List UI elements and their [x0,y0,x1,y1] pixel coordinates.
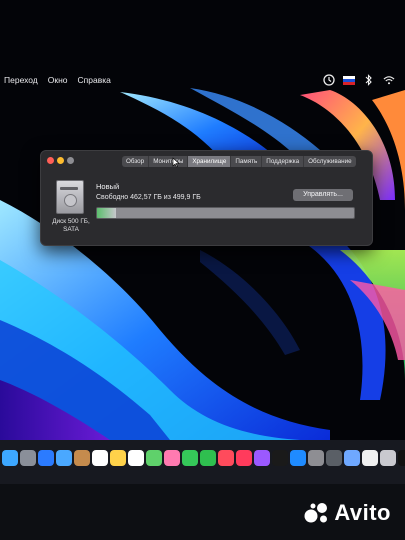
podcasts-icon[interactable] [254,450,270,466]
tab-overview[interactable]: Обзор [122,156,150,167]
disk-label-line2: SATA [63,226,79,233]
avito-watermark: Avito [304,500,391,526]
about-this-mac-window: Обзор Мониторы Хранилище Память Поддержк… [40,150,373,246]
minimize-button[interactable] [57,157,64,164]
tab-memory[interactable]: Память [231,156,263,167]
finder-icon[interactable] [2,450,18,466]
tab-displays[interactable]: Мониторы [149,156,189,167]
system-info-icon[interactable] [326,450,342,466]
menu-help[interactable]: Справка [78,75,111,85]
bluetooth-icon[interactable] [363,74,375,86]
tab-bar: Обзор Мониторы Хранилище Память Поддержк… [122,156,356,167]
tab-storage[interactable]: Хранилище [188,156,232,167]
time-machine-icon[interactable] [323,74,335,86]
dock-icons [2,450,405,466]
flag-ru-icon[interactable] [343,74,355,86]
close-button[interactable] [47,157,54,164]
menu-go[interactable]: Переход [4,75,38,85]
avito-wordmark: Avito [334,500,391,525]
dock [0,440,405,484]
maps-icon[interactable] [146,450,162,466]
disk-label-line1: Диск 500 ГБ, [52,218,90,225]
storage-usage-bar [96,207,355,219]
zoom-button[interactable] [67,157,74,164]
settings-icon[interactable] [308,450,324,466]
contacts-icon[interactable] [74,450,90,466]
terminal-icon[interactable] [398,450,405,466]
messages-icon[interactable] [182,450,198,466]
screen-bezel: Avito [0,484,405,540]
menu-bar: Переход Окно Справка [0,70,405,90]
calendar-icon[interactable] [92,450,108,466]
storage-used-fill [97,208,117,218]
tab-service[interactable]: Обслуживание [304,156,355,167]
launchpad-icon[interactable] [20,450,36,466]
notes-icon[interactable] [110,450,126,466]
photos-icon[interactable] [164,450,180,466]
reminders-icon[interactable] [128,450,144,466]
window-titlebar: Обзор Мониторы Хранилище Память Поддержк… [41,151,372,171]
appstore-icon[interactable] [290,450,306,466]
free-space-text: Свободно 462,57 ГБ из 499,9 ГБ [96,194,201,201]
status-area [323,70,395,90]
facetime-icon[interactable] [200,450,216,466]
textedit-icon[interactable] [362,450,378,466]
script-icon[interactable] [380,450,396,466]
wifi-icon[interactable] [383,74,395,86]
menu-window[interactable]: Окно [48,75,68,85]
disk-label: Диск 500 ГБ, SATA [49,218,93,234]
news-icon[interactable] [218,450,234,466]
manage-button[interactable]: Управлять... [293,189,353,201]
mouse-cursor-icon [172,157,180,168]
safari-icon[interactable] [38,450,54,466]
tv-icon[interactable] [272,450,288,466]
mail-icon[interactable] [56,450,72,466]
tab-support[interactable]: Поддержка [262,156,305,167]
preview-icon[interactable] [344,450,360,466]
screen: Переход Окно Справка Обзор Мониторы Хран… [0,0,405,540]
hard-disk-icon [56,180,84,214]
volume-name: Новый [96,182,120,191]
music-icon[interactable] [236,450,252,466]
avito-logo-icon [304,503,328,523]
